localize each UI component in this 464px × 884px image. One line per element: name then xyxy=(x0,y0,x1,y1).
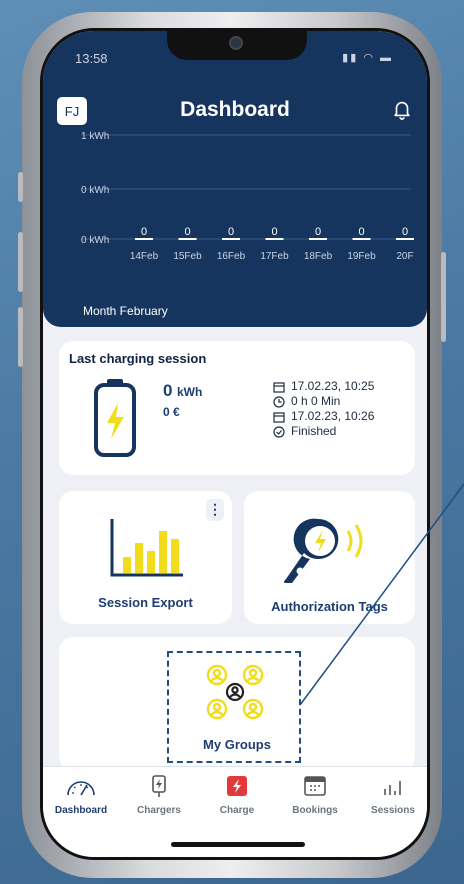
tab-label: Sessions xyxy=(371,805,415,816)
tab-label: Dashboard xyxy=(54,805,108,816)
card-title: Last charging session xyxy=(69,351,207,366)
charger-icon xyxy=(152,775,166,797)
chart-bar[interactable] xyxy=(265,238,284,240)
session-export-label: Session Export xyxy=(98,595,193,610)
chart-bar[interactable] xyxy=(135,238,153,240)
tab-sessions[interactable]: Sessions xyxy=(357,775,427,816)
bottom-tab-bar: Dashboard Chargers Charge Bookings Sessi… xyxy=(43,766,427,857)
calendar-icon xyxy=(273,411,285,423)
x-tick-label: 17Feb xyxy=(260,251,289,262)
chart-bar[interactable] xyxy=(309,238,327,240)
session-start: 17.02.23, 10:25 xyxy=(291,379,375,393)
x-tick-label: 20F xyxy=(396,251,413,262)
home-indicator xyxy=(171,842,305,847)
power-button xyxy=(441,252,446,342)
session-duration: 0 h 0 Min xyxy=(291,394,341,408)
check-circle-icon xyxy=(273,425,285,438)
start-row: 17.02.23, 10:25 xyxy=(273,379,374,394)
bar-value-label: 0 xyxy=(358,226,364,238)
tab-label: Charge xyxy=(219,805,255,816)
y-tick-label: 0 kWh xyxy=(81,235,109,246)
y-tick-label: 0 kWh xyxy=(81,185,109,196)
more-options-button[interactable]: ⋮ xyxy=(206,499,224,521)
lightning-icon xyxy=(227,776,247,796)
calendar-icon xyxy=(304,776,326,796)
x-tick-label: 16Feb xyxy=(217,251,246,262)
front-camera xyxy=(229,36,243,50)
page-title: Dashboard xyxy=(180,98,290,121)
session-status: Finished xyxy=(291,424,337,438)
x-tick-label: 18Feb xyxy=(304,251,333,262)
chart-bar[interactable] xyxy=(222,238,240,240)
bar-value-label: 0 xyxy=(184,226,190,238)
clock-icon xyxy=(273,395,285,408)
bar-value-label: 0 xyxy=(141,226,147,238)
authorization-tags-tile[interactable]: Authorization Tags xyxy=(244,491,415,624)
my-groups-tile[interactable]: My Groups xyxy=(59,637,415,771)
bar-value-label: 0 xyxy=(315,226,321,238)
volume-up-button xyxy=(18,232,23,292)
x-tick-label: 14Feb xyxy=(130,251,159,262)
authorization-tags-label: Authorization Tags xyxy=(271,599,388,614)
tab-bookings[interactable]: Bookings xyxy=(279,775,351,816)
speedometer-icon xyxy=(67,781,95,796)
consumption-chart: 1 kWh 0 kWh 0 kWh 0 14Feb 0 15Feb 0 16Feb 0 17Feb 0… xyxy=(81,131,414,262)
session-end: 17.02.23, 10:26 xyxy=(291,409,375,423)
chart-bar[interactable] xyxy=(178,238,197,240)
app-screen: 13:58 ▮▮ ◠ ▬ FJ Dashboard 1 kWh 0 kWh 0 kW… xyxy=(40,28,430,860)
rfid-tag-icon xyxy=(284,518,363,583)
bar-value-label: 0 xyxy=(228,226,234,238)
end-row: 17.02.23, 10:26 xyxy=(273,409,374,424)
battery-icon xyxy=(94,379,136,457)
tab-label: Bookings xyxy=(292,805,338,816)
mute-switch xyxy=(18,172,23,202)
bar-value-label: 0 xyxy=(402,226,408,238)
tab-chargers[interactable]: Chargers xyxy=(123,775,195,816)
status-row: Finished xyxy=(273,424,374,439)
bar-value-label: 0 xyxy=(271,226,277,238)
x-tick-label: 19Feb xyxy=(347,251,376,262)
bar-chart-icon xyxy=(110,519,183,577)
month-label: Month February xyxy=(83,304,168,318)
signal-wifi-battery-icon: ▮▮ ◠ ▬ xyxy=(342,52,393,64)
my-groups-label: My Groups xyxy=(203,737,271,752)
y-tick-label: 1 kWh xyxy=(81,131,109,142)
last-charging-session-card[interactable]: Last charging session 0 kWh 0 € 17.02.23… xyxy=(59,341,415,475)
energy-unit: kWh xyxy=(177,385,203,399)
chart-bar[interactable] xyxy=(396,238,414,240)
notch xyxy=(167,31,307,60)
cost-value: 0 € xyxy=(163,405,180,419)
x-tick-label: 15Feb xyxy=(173,251,202,262)
tab-dashboard[interactable]: Dashboard xyxy=(45,775,117,816)
chart-bar[interactable] xyxy=(352,238,371,240)
groups-icon xyxy=(206,664,264,720)
dashboard-header: 13:58 ▮▮ ◠ ▬ FJ Dashboard 1 kWh 0 kWh 0 kW… xyxy=(43,31,427,327)
status-time: 13:58 xyxy=(75,51,108,66)
tab-charge[interactable]: Charge xyxy=(201,775,273,816)
volume-down-button xyxy=(18,307,23,367)
session-export-tile[interactable]: ⋮ Session Export xyxy=(59,491,232,624)
duration-row: 0 h 0 Min xyxy=(273,394,374,409)
session-info: 17.02.23, 10:25 0 h 0 Min 17.02.23, 10:2… xyxy=(273,379,374,439)
bar-chart-icon xyxy=(384,781,401,795)
bell-icon[interactable] xyxy=(391,97,413,121)
tab-label: Chargers xyxy=(137,805,181,816)
energy-value: 0 xyxy=(163,381,173,400)
calendar-icon xyxy=(273,381,285,393)
